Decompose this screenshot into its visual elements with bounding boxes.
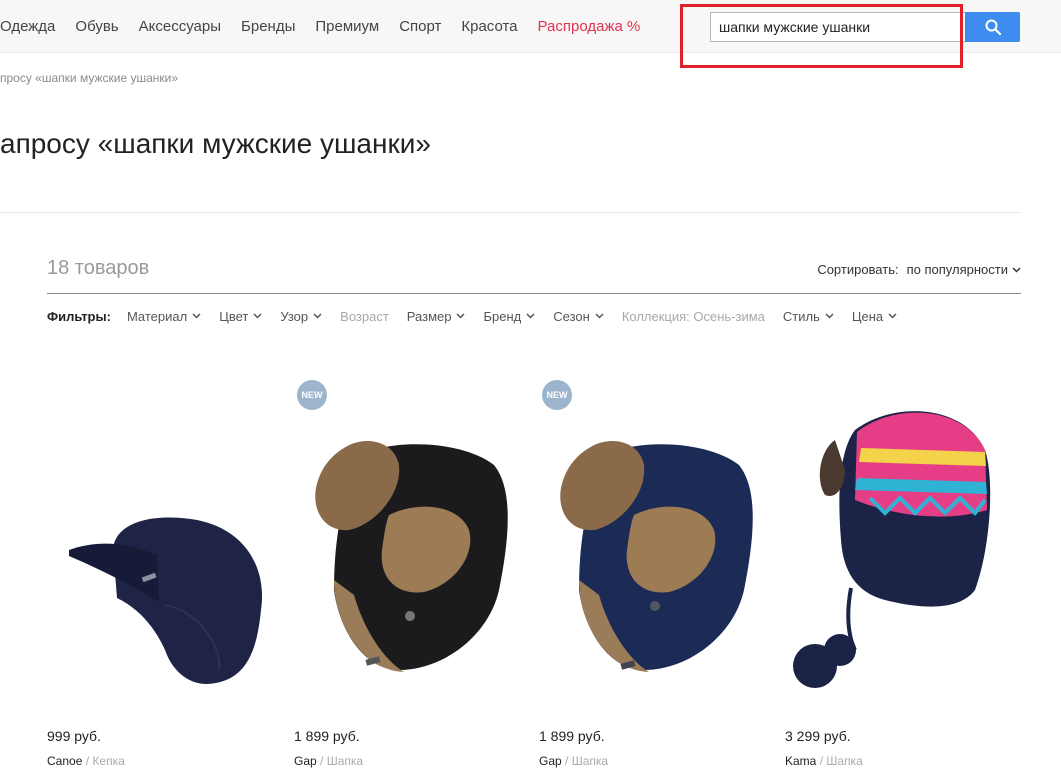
chevron-down-icon xyxy=(456,313,466,319)
filter-brand[interactable]: Бренд xyxy=(483,309,535,324)
product-card[interactable]: NEW 1 899 руб. Gap / Шапка xyxy=(539,370,769,768)
product-image[interactable]: NEW xyxy=(294,370,524,705)
filter-label: Узор xyxy=(280,308,309,324)
product-price: 1 899 руб. xyxy=(539,728,605,744)
product-separator: / xyxy=(85,754,90,768)
search-button[interactable] xyxy=(965,12,1020,42)
nav-item-beauty[interactable]: Красота xyxy=(461,18,517,35)
product-brand[interactable]: Canoe xyxy=(47,754,82,768)
product-brand[interactable]: Gap xyxy=(539,754,562,768)
product-card[interactable]: 3 299 руб. Kama / Шапка xyxy=(785,370,1015,768)
filter-collection: Коллекция: Осень-зима xyxy=(622,309,765,324)
ushanka-black-image xyxy=(315,441,508,672)
product-image[interactable] xyxy=(47,370,277,705)
filter-color[interactable]: Цвет xyxy=(219,309,262,324)
breadcrumb[interactable]: просу «шапки мужские ушанки» xyxy=(0,71,178,85)
filters-label: Фильтры: xyxy=(47,308,111,324)
chevron-down-icon xyxy=(825,313,834,319)
product-type: Шапка xyxy=(571,754,609,768)
filters-bar: Фильтры: Материал Цвет Узор Возраст Разм… xyxy=(47,306,915,326)
product-meta: Gap / Шапка xyxy=(539,754,608,768)
nav-item-accessories[interactable]: Аксессуары xyxy=(139,18,221,35)
new-badge: NEW xyxy=(542,380,572,410)
chevron-down-icon xyxy=(595,313,604,319)
nav-item-shoes[interactable]: Обувь xyxy=(75,18,118,35)
chevron-down-icon xyxy=(888,313,897,319)
search-bar xyxy=(710,12,1020,42)
knit-hat-image xyxy=(793,411,991,688)
filter-label: Коллекция: Осень-зима xyxy=(621,308,765,324)
product-separator: / xyxy=(819,754,824,768)
filter-pattern[interactable]: Узор xyxy=(280,309,322,324)
product-image[interactable]: NEW xyxy=(539,370,769,705)
filter-size[interactable]: Размер xyxy=(407,309,466,324)
product-type: Шапка xyxy=(826,754,863,768)
page-title: апросу «шапки мужские ушанки» xyxy=(0,128,431,159)
divider xyxy=(0,212,1021,213)
nav-item-premium[interactable]: Премиум xyxy=(315,18,379,35)
chevron-down-icon xyxy=(313,313,322,319)
nav-item-brands[interactable]: Бренды xyxy=(241,18,295,35)
product-type: Шапка xyxy=(326,754,364,768)
search-icon xyxy=(985,19,1001,35)
product-card[interactable]: NEW 1 899 руб. Gap / Шапка xyxy=(294,370,524,768)
product-meta: Gap / Шапка xyxy=(294,754,363,768)
sort-value: по популярности xyxy=(906,262,1008,277)
results-count: 18 товаров xyxy=(47,257,150,279)
filter-material[interactable]: Материал xyxy=(127,309,201,324)
product-brand[interactable]: Gap xyxy=(294,754,317,768)
product-price: 999 руб. xyxy=(47,728,101,744)
product-image[interactable] xyxy=(785,370,1015,705)
nav-item-sport[interactable]: Спорт xyxy=(399,18,441,35)
filter-style[interactable]: Стиль xyxy=(783,309,834,324)
nav-item-sale[interactable]: Распродажа % xyxy=(538,18,641,35)
chevron-down-icon xyxy=(526,313,535,319)
product-card[interactable]: 999 руб. Canoe / Кепка xyxy=(47,370,277,768)
nav-item-clothing[interactable]: Одежда xyxy=(0,18,55,35)
filter-label: Цвет xyxy=(219,308,249,324)
filter-label: Бренд xyxy=(483,308,522,324)
chevron-down-icon xyxy=(253,313,262,319)
product-meta: Kama / Шапка xyxy=(785,754,863,768)
main-nav: Одежда Обувь Аксессуары Бренды Премиум С… xyxy=(0,0,660,53)
filter-label: Стиль xyxy=(782,308,820,324)
chevron-down-icon xyxy=(192,313,201,319)
product-type: Кепка xyxy=(92,754,125,768)
knit-cap-image xyxy=(69,517,263,684)
product-separator: / xyxy=(320,754,324,768)
filter-label: Возраст xyxy=(340,308,389,324)
filter-label: Материал xyxy=(126,308,188,324)
filter-age: Возраст xyxy=(340,309,389,324)
product-price: 1 899 руб. xyxy=(294,728,360,744)
filter-price[interactable]: Цена xyxy=(852,309,897,324)
product-brand[interactable]: Kama xyxy=(785,754,816,768)
product-meta: Canoe / Кепка xyxy=(47,754,125,768)
filter-season[interactable]: Сезон xyxy=(553,309,604,324)
new-badge: NEW xyxy=(297,380,327,410)
sort-dropdown[interactable]: по популярности xyxy=(907,262,1021,277)
filter-label: Сезон xyxy=(553,308,590,324)
sort-control: Сортировать: по популярности xyxy=(817,262,1021,277)
filter-label: Цена xyxy=(851,308,884,324)
product-separator: / xyxy=(565,754,569,768)
divider xyxy=(47,293,1021,294)
sort-label: Сортировать: xyxy=(817,262,899,277)
ushanka-navy-image xyxy=(560,441,753,672)
filter-label: Размер xyxy=(406,308,452,324)
top-navigation-bar: Одежда Обувь Аксессуары Бренды Премиум С… xyxy=(0,0,1061,53)
product-price: 3 299 руб. xyxy=(785,728,851,744)
search-input[interactable] xyxy=(710,12,965,42)
chevron-down-icon xyxy=(1012,266,1021,273)
